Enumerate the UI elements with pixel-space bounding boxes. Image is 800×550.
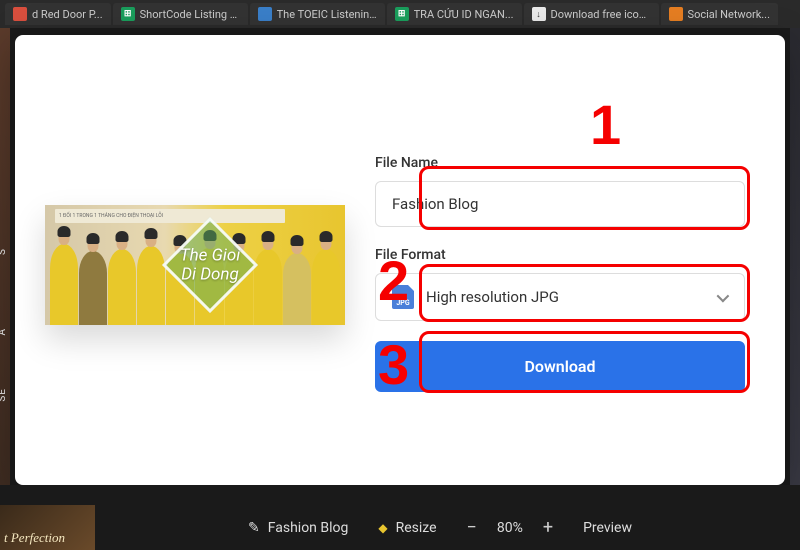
resize-control[interactable]: ◆ Resize [378,520,436,536]
chevron-down-icon [714,290,728,304]
background-right-strip [790,28,800,550]
resize-label: Resize [396,520,437,536]
browser-tab[interactable]: Social Network... [661,3,778,25]
tab-favicon: ⊞ [395,7,409,21]
zoom-in-button[interactable]: + [543,517,553,538]
fileformat-label: File Format [375,247,745,263]
overlay-line: The Gioi [180,245,241,265]
browser-tab[interactable]: d Red Door P... [5,3,111,25]
tab-label: ShortCode Listing -... [140,8,240,21]
browser-tab[interactable]: The TOEIC Listening... [250,3,385,25]
filename-field: File Name [375,155,745,227]
tab-label: Social Network... [688,8,770,21]
background-left-strip: S A SE [0,28,10,550]
tab-favicon: ⊞ [121,7,135,21]
filename-label: File Name [375,155,745,171]
preview-overlay-title: The Gioi Di Dong [180,246,241,283]
preview-control[interactable]: Preview [583,520,632,536]
edit-title-control[interactable]: Fashion Blog [248,520,348,536]
editor-bottom-bar: t Perfection Fashion Blog ◆ Resize − 80%… [0,485,800,550]
jpg-icon: JPG [392,285,414,309]
download-button[interactable]: Download [375,341,745,392]
browser-tab[interactable]: ⊞ ShortCode Listing -... [113,3,248,25]
design-title: Fashion Blog [268,520,349,536]
download-field: Download [375,341,745,392]
bg-letter: A [0,328,8,336]
preview-label: Preview [583,520,632,536]
browser-tab[interactable]: ⊞ TRA CỨU ID NGAN... [387,3,522,25]
zoom-controls: − 80% + [467,517,554,538]
download-modal: 1 ĐỔI 1 TRONG 1 THÁNG CHO ĐIỆN THOẠI LỖI… [15,35,785,485]
preview-pane: 1 ĐỔI 1 TRONG 1 THÁNG CHO ĐIỆN THOẠI LỖI… [45,75,345,455]
zoom-out-button[interactable]: − [467,517,477,538]
tab-label: Download free icon... [551,8,651,21]
bottom-controls: Fashion Blog ◆ Resize − 80% + Preview [248,517,632,538]
zoom-value: 80% [497,520,523,536]
bg-letter: S [0,248,8,255]
browser-tabs-bar: d Red Door P... ⊞ShortCode Listing -... … [0,0,800,28]
tab-favicon [669,7,683,21]
filename-input[interactable] [375,181,745,227]
tab-label: d Red Door P... [32,8,103,21]
fileformat-field: File Format JPG High resolution JPG [375,247,745,321]
tab-label: TRA CỨU ID NGAN... [414,8,514,21]
fileformat-select[interactable]: JPG High resolution JPG [375,273,745,321]
thumbnail-caption: t Perfection [4,530,65,546]
download-form: File Name File Format JPG High resolutio… [375,75,755,455]
tab-favicon [13,7,27,21]
preview-banner-text: 1 ĐỔI 1 TRONG 1 THÁNG CHO ĐIỆN THOẠI LỖI [55,209,285,223]
overlay-line: Di Dong [181,264,239,284]
browser-tab[interactable]: ↓ Download free icon... [524,3,659,25]
bg-letter: SE [0,388,8,402]
diamond-icon: ◆ [378,521,387,535]
pencil-icon [248,520,260,536]
tab-label: The TOEIC Listening... [277,8,377,21]
fileformat-value: High resolution JPG [426,288,702,306]
tab-favicon [258,7,272,21]
bottom-thumbnail[interactable]: t Perfection [0,505,95,550]
design-preview-image: 1 ĐỔI 1 TRONG 1 THÁNG CHO ĐIỆN THOẠI LỖI… [45,205,345,325]
tab-favicon: ↓ [532,7,546,21]
